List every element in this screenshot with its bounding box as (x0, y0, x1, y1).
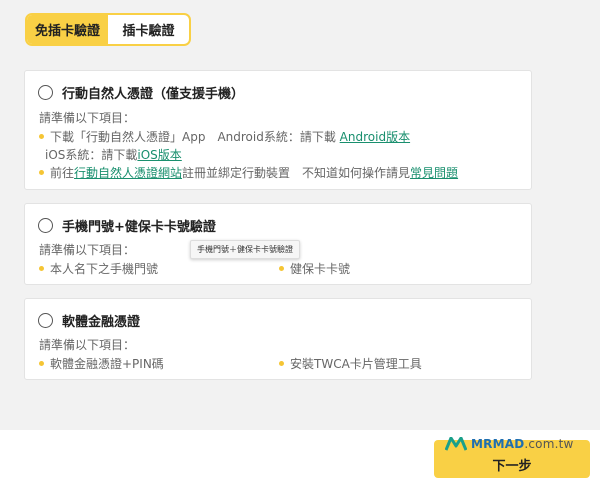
ios-version-link[interactable]: iOS版本 (137, 148, 181, 162)
tab-card-verification[interactable]: 插卡驗證 (108, 15, 189, 44)
requirement-item: 下載「行動自然人憑證」App Android系統：請下載 Android版本 (39, 128, 410, 145)
requirement-item: 前往行動自然人憑證網站註冊並綁定行動裝置 不知道如何操作請見常見問題 (39, 164, 458, 181)
bullet-dot (39, 266, 44, 271)
requirement-item: 安裝TWCA卡片管理工具 (279, 355, 422, 372)
mrmad-logo-icon (445, 437, 467, 451)
bullet-dot (39, 170, 44, 175)
watermark-text: MRMAD.com.tw (471, 437, 574, 451)
requirement-item: 健保卡卡號 (279, 260, 350, 277)
watermark-logo: MRMAD.com.tw (445, 437, 574, 451)
requirement-text: 註冊並綁定行動裝置 不知道如何操作請見 (182, 166, 411, 180)
option-title: 軟體金融憑證 (62, 315, 141, 330)
android-version-link[interactable]: Android版本 (340, 130, 410, 144)
watermark-brand: MRMAD (471, 437, 525, 451)
faq-link[interactable]: 常見問題 (410, 166, 458, 180)
option-title: 行動自然人憑證（僅支援手機） (62, 87, 245, 102)
tooltip: 手機門號＋健保卡卡號驗證 (190, 240, 300, 259)
requirement-text: 本人名下之手機門號 (50, 262, 159, 276)
requirement-text: 健保卡卡號 (290, 262, 351, 276)
option-card-mobile-citizen-cert[interactable]: 行動自然人憑證（僅支援手機） 請準備以下項目： 下載「行動自然人憑證」App A… (24, 70, 532, 190)
option-card-software-financial-cert[interactable]: 軟體金融憑證 請準備以下項目： 軟體金融憑證+PIN碼 安裝TWCA卡片管理工具 (24, 298, 532, 380)
option-header: 行動自然人憑證（僅支援手機） (38, 83, 244, 102)
bullet-dot (39, 134, 44, 139)
requirements-intro: 請準備以下項目： (39, 338, 136, 352)
citizen-cert-website-link[interactable]: 行動自然人憑證網站 (74, 166, 182, 180)
requirement-item: 軟體金融憑證+PIN碼 (39, 355, 164, 372)
watermark-domain: .com.tw (524, 437, 574, 451)
requirement-item-ios: iOS系統：請下載iOS版本 (45, 146, 182, 163)
requirements-intro: 請準備以下項目： (39, 111, 136, 125)
option-header: 手機門號+健保卡卡號驗證 (38, 216, 216, 235)
requirement-text: 前往 (50, 166, 75, 180)
requirements-intro: 請準備以下項目： (39, 243, 136, 257)
bullet-dot (279, 361, 284, 366)
requirement-text: 軟體金融憑證+PIN碼 (50, 357, 164, 371)
requirement-text: 下載「行動自然人憑證」App Android系統：請下載 (50, 130, 336, 144)
bullet-dot (279, 266, 284, 271)
option-title: 手機門號+健保卡卡號驗證 (62, 220, 216, 235)
requirement-text: 安裝TWCA卡片管理工具 (290, 357, 422, 371)
radio-phone-nhi[interactable] (38, 218, 53, 233)
radio-mobile-citizen-cert[interactable] (38, 85, 53, 100)
radio-software-financial-cert[interactable] (38, 313, 53, 328)
option-header: 軟體金融憑證 (38, 311, 140, 330)
bullet-dot (39, 361, 44, 366)
verification-tabs: 免插卡驗證 插卡驗證 (25, 13, 191, 46)
requirement-item: 本人名下之手機門號 (39, 260, 158, 277)
requirement-text: iOS系統：請下載 (45, 148, 138, 162)
tab-no-card-verification[interactable]: 免插卡驗證 (27, 15, 108, 44)
